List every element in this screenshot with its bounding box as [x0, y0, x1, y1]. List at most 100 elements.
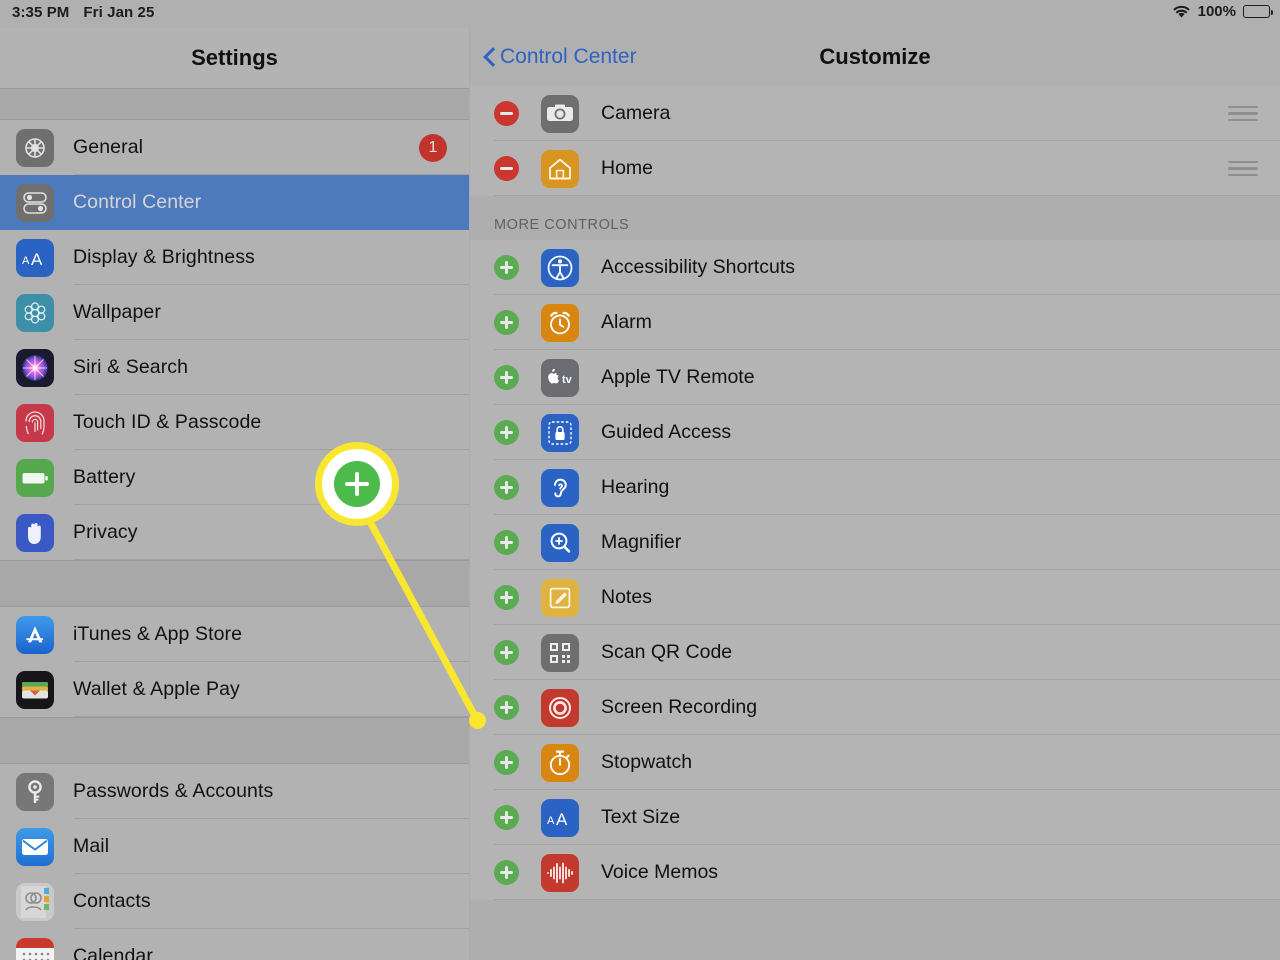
- add-control-button[interactable]: [494, 365, 519, 390]
- add-control-button[interactable]: [494, 310, 519, 335]
- camera-icon: [541, 95, 579, 133]
- more-controls-list[interactable]: Accessibility Shortcuts AlarmtvApple TV R…: [470, 240, 1280, 900]
- text-size-icon: AA: [16, 239, 54, 277]
- status-bar-indicators: 100%: [1172, 3, 1270, 20]
- sidebar-item-mail[interactable]: Mail: [0, 819, 469, 874]
- drag-handle-icon[interactable]: [1228, 161, 1258, 177]
- remove-control-button[interactable]: [494, 101, 519, 126]
- control-label: Text Size: [601, 806, 680, 829]
- row-divider: [74, 716, 469, 717]
- sidebar-item-siri-search[interactable]: Siri & Search: [0, 340, 469, 395]
- wifi-icon: [1172, 4, 1191, 19]
- sidebar-item-label: Privacy: [73, 521, 138, 544]
- control-label: Guided Access: [601, 421, 731, 444]
- sidebar-item-control-center[interactable]: Control Center: [0, 175, 469, 230]
- add-control-button[interactable]: [494, 585, 519, 610]
- sidebar-item-passwords-accounts[interactable]: Passwords & Accounts: [0, 764, 469, 819]
- sidebar-item-touch-id-passcode[interactable]: Touch ID & Passcode: [0, 395, 469, 450]
- drag-handle-icon[interactable]: [1228, 106, 1258, 122]
- control-label: Magnifier: [601, 531, 681, 554]
- sidebar-item-battery[interactable]: Battery: [0, 450, 469, 505]
- control-label: Screen Recording: [601, 696, 757, 719]
- sidebar-item-label: Wallpaper: [73, 301, 161, 324]
- svg-text:tv: tv: [562, 374, 573, 386]
- control-row-notes[interactable]: Notes: [470, 570, 1280, 625]
- sidebar-item-itunes-app-store[interactable]: iTunes & App Store: [0, 607, 469, 662]
- status-date: Fri Jan 25: [83, 4, 154, 21]
- alarm-clock-icon: [541, 304, 579, 342]
- more-controls-header: MORE CONTROLS: [470, 196, 1280, 240]
- sidebar-item-label: Touch ID & Passcode: [73, 411, 261, 434]
- sidebar-group-gap: [0, 717, 469, 764]
- sidebar-item-wallet-apple-pay[interactable]: Wallet & Apple Pay: [0, 662, 469, 717]
- control-row-scan-qr-code[interactable]: Scan QR Code: [470, 625, 1280, 680]
- sidebar-item-calendar[interactable]: Calendar: [0, 929, 469, 960]
- status-time: 3:35 PM: [12, 4, 69, 21]
- back-button[interactable]: Control Center: [484, 45, 637, 69]
- svg-text:A: A: [556, 810, 568, 829]
- add-control-button[interactable]: [494, 805, 519, 830]
- control-row-apple-tv-remote[interactable]: tvApple TV Remote: [470, 350, 1280, 405]
- callout-endpoint-dot: [469, 712, 486, 729]
- row-divider: [494, 195, 1280, 196]
- calendar-icon: [16, 938, 54, 960]
- sidebar-group-gap: [0, 88, 469, 120]
- control-row-home[interactable]: Home: [470, 141, 1280, 196]
- ipad-settings-screen: 3:35 PMFri Jan 25 100% Settings General1…: [0, 0, 1280, 960]
- control-row-camera[interactable]: Camera: [470, 86, 1280, 141]
- sidebar-item-contacts[interactable]: Contacts: [0, 874, 469, 929]
- sidebar-item-display-brightness[interactable]: AA Display & Brightness: [0, 230, 469, 285]
- ear-icon: [541, 469, 579, 507]
- accessibility-icon: [541, 249, 579, 287]
- add-control-button[interactable]: [494, 255, 519, 280]
- sidebar-group-1: General1 Control Center AA Display & Bright…: [0, 120, 469, 560]
- detail-header: Control Center Customize: [470, 28, 1280, 86]
- control-label: Accessibility Shortcuts: [601, 256, 795, 279]
- status-bar-datetime: 3:35 PM Fri Jan 25: [12, 4, 154, 21]
- battery-icon: [1243, 5, 1270, 18]
- control-row-guided-access[interactable]: Guided Access: [470, 405, 1280, 460]
- add-control-button[interactable]: [494, 530, 519, 555]
- home-icon: [541, 150, 579, 188]
- sidebar-item-wallpaper[interactable]: Wallpaper: [0, 285, 469, 340]
- remove-control-button[interactable]: [494, 156, 519, 181]
- sidebar-item-label: Display & Brightness: [73, 246, 255, 269]
- fingerprint-icon: [16, 404, 54, 442]
- sidebar-item-label: Control Center: [73, 191, 201, 214]
- sidebar-item-label: iTunes & App Store: [73, 623, 242, 646]
- guided-access-lock-icon: [541, 414, 579, 452]
- control-row-magnifier[interactable]: Magnifier: [470, 515, 1280, 570]
- add-control-button[interactable]: [494, 695, 519, 720]
- mail-envelope-icon: [16, 828, 54, 866]
- sidebar-item-label: Passwords & Accounts: [73, 780, 273, 803]
- status-bar: 3:35 PM Fri Jan 25 100%: [0, 0, 1280, 28]
- text-size-icon: AA: [541, 799, 579, 837]
- control-row-voice-memos[interactable]: Voice Memos: [470, 845, 1280, 900]
- add-control-button[interactable]: [494, 420, 519, 445]
- plus-icon: [334, 461, 380, 507]
- control-row-hearing[interactable]: Hearing: [470, 460, 1280, 515]
- sidebar-item-label: Battery: [73, 466, 135, 489]
- voice-memos-icon: [541, 854, 579, 892]
- sidebar-item-label: Siri & Search: [73, 356, 188, 379]
- sidebar-group-2: iTunes & App Store Wallet & Apple Pay: [0, 607, 469, 717]
- sidebar-item-privacy[interactable]: Privacy: [0, 505, 469, 560]
- control-row-accessibility-shortcuts[interactable]: Accessibility Shortcuts: [470, 240, 1280, 295]
- add-control-button[interactable]: [494, 640, 519, 665]
- battery-app-icon: [16, 459, 54, 497]
- row-divider: [494, 899, 1280, 900]
- sidebar-item-general[interactable]: General1: [0, 120, 469, 175]
- add-control-button[interactable]: [494, 860, 519, 885]
- control-row-text-size[interactable]: AA Text Size: [470, 790, 1280, 845]
- key-icon: [16, 773, 54, 811]
- app-store-icon: [16, 616, 54, 654]
- included-controls-list[interactable]: CameraHome: [470, 86, 1280, 196]
- sidebar-list[interactable]: General1 Control Center AA Display & Bright…: [0, 88, 469, 960]
- callout-highlight-plus: [315, 442, 399, 526]
- add-control-button[interactable]: [494, 750, 519, 775]
- control-row-stopwatch[interactable]: Stopwatch: [470, 735, 1280, 790]
- add-control-button[interactable]: [494, 475, 519, 500]
- control-row-alarm[interactable]: Alarm: [470, 295, 1280, 350]
- sidebar-item-label: Wallet & Apple Pay: [73, 678, 240, 701]
- control-row-screen-recording[interactable]: Screen Recording: [470, 680, 1280, 735]
